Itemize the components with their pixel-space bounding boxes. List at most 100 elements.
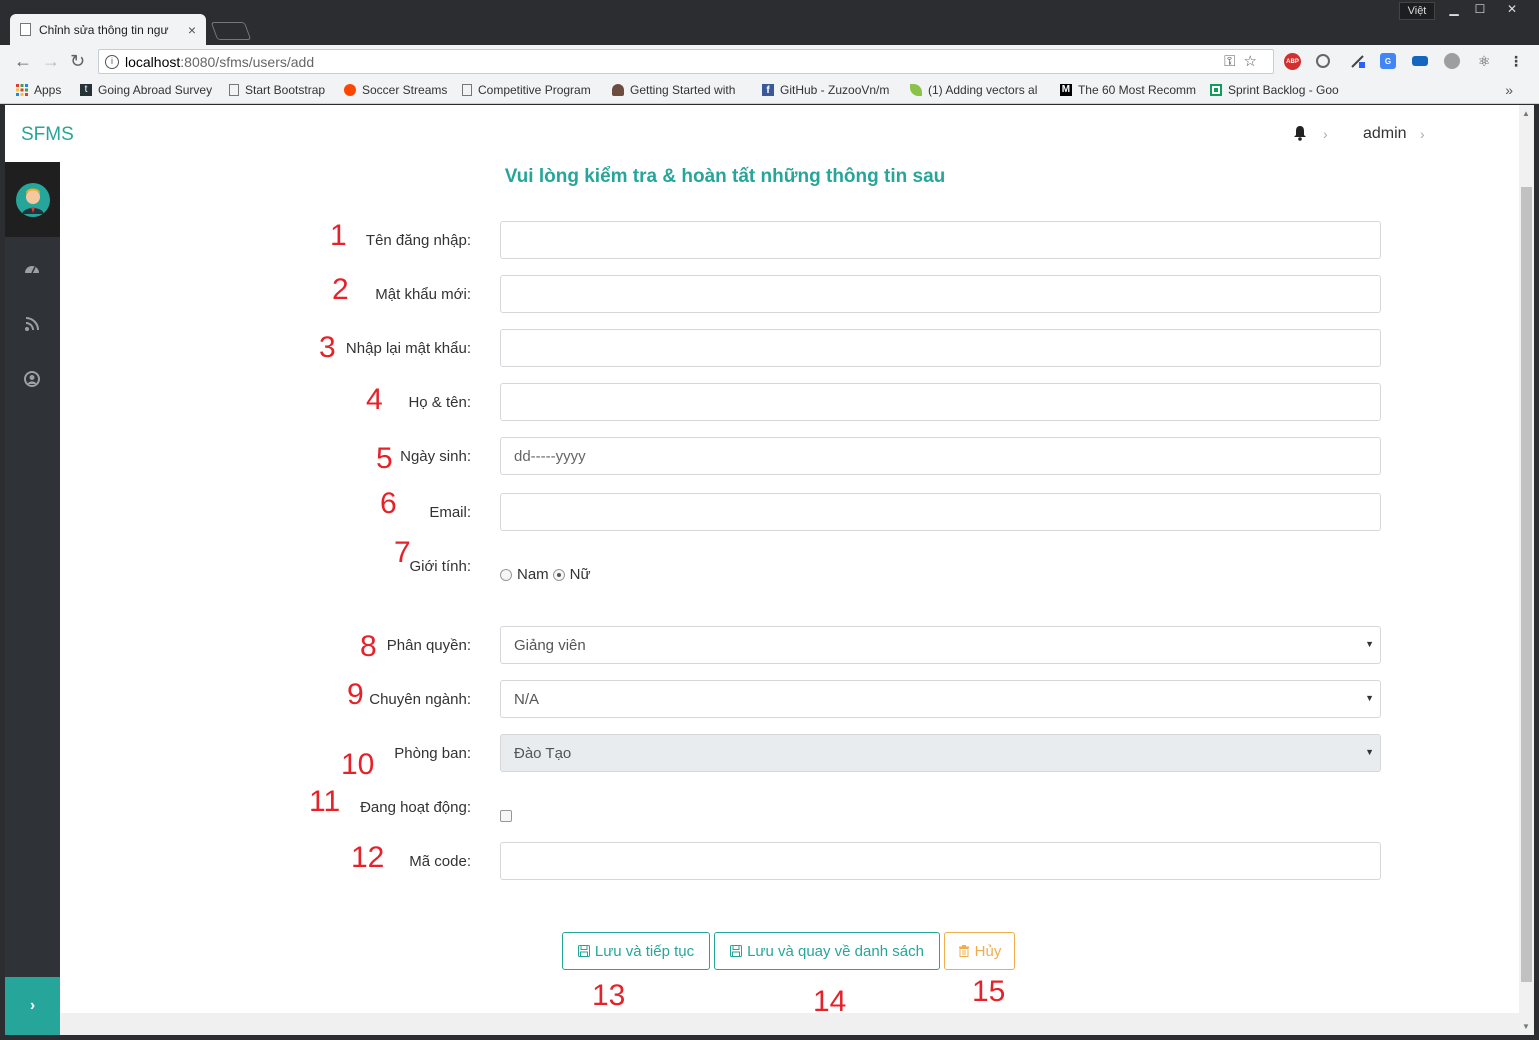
bookmark-github[interactable]: f GitHub - ZuzooVn/m xyxy=(762,83,898,97)
user-menu[interactable]: admin xyxy=(1363,125,1407,143)
dob-label: Ngày sinh: xyxy=(400,448,471,465)
save-continue-button[interactable]: Lưu và tiếp tục xyxy=(562,932,710,970)
code-label: Mã code: xyxy=(409,853,471,870)
dropdown-caret-icon: ▼ xyxy=(1365,747,1374,757)
key-icon[interactable]: ⚿ xyxy=(1224,53,1243,70)
gender-male-radio[interactable] xyxy=(500,568,512,581)
bookmark-getting-started[interactable]: Getting Started with xyxy=(612,83,742,97)
page-icon xyxy=(20,23,31,36)
sidebar-expand-button[interactable]: › xyxy=(5,977,60,1035)
password-input[interactable] xyxy=(500,275,1381,313)
dropdown-caret-icon: ▼ xyxy=(1365,693,1374,703)
tab-close-icon[interactable]: × xyxy=(188,22,196,38)
bookmark-medium[interactable]: M The 60 Most Recomm xyxy=(1060,83,1196,97)
maximize-icon[interactable]: ☐ xyxy=(1468,0,1492,18)
page-content: SFMS › admin › › Vui lòng kiểm tra & hoà… xyxy=(5,105,1519,1035)
form-heading: Vui lòng kiểm tra & hoàn tất những thông… xyxy=(504,166,946,187)
bookmark-label: Soccer Streams xyxy=(362,83,448,97)
annotation-number: 14 xyxy=(813,985,847,1018)
save-return-button[interactable]: Lưu và quay về danh sách xyxy=(714,932,940,970)
chevron-right-icon[interactable]: › xyxy=(1420,126,1425,142)
bookmark-start-bootstrap[interactable]: Start Bootstrap xyxy=(229,83,339,97)
scrollbar-thumb[interactable] xyxy=(1521,187,1532,982)
vertical-scrollbar[interactable]: ▲ ▼ xyxy=(1519,105,1534,1035)
fullname-input[interactable] xyxy=(500,383,1381,421)
rss-feed-icon[interactable] xyxy=(24,316,40,332)
code-input[interactable] xyxy=(500,842,1381,880)
confirm-password-label: Nhập lại mật khẩu: xyxy=(345,340,471,357)
bookmark-label: The 60 Most Recomm xyxy=(1077,83,1196,97)
browser-tab[interactable]: Chỉnh sửa thông tin ngư × xyxy=(10,14,206,45)
avatar-container xyxy=(5,162,60,237)
username-input[interactable] xyxy=(500,221,1381,259)
adblock-icon[interactable]: ABP xyxy=(1284,53,1301,70)
dashboard-icon[interactable] xyxy=(24,261,40,277)
scroll-down-icon[interactable]: ▼ xyxy=(1522,1022,1530,1031)
annotation-number: 7 xyxy=(394,536,411,569)
avatar[interactable] xyxy=(15,182,50,217)
bookmark-apps[interactable]: Apps xyxy=(16,83,72,97)
close-window-icon[interactable]: ✕ xyxy=(1494,0,1530,18)
scroll-up-icon[interactable]: ▲ xyxy=(1522,109,1530,118)
gender-female-radio[interactable] xyxy=(552,568,565,581)
cloud-extension-icon[interactable] xyxy=(1444,53,1460,69)
window-extension-icon[interactable] xyxy=(1412,56,1428,66)
confirm-password-input[interactable] xyxy=(500,329,1381,367)
major-select[interactable]: N/A ▼ xyxy=(500,680,1381,718)
bookmarks-bar: Apps t Going Abroad Survey Start Bootstr… xyxy=(0,78,1539,104)
gender-radio-group: Nam Nữ xyxy=(500,566,591,583)
bookmark-sprint-backlog[interactable]: Sprint Backlog - Goo xyxy=(1210,83,1348,97)
tab-title: Chỉnh sửa thông tin ngư xyxy=(39,22,169,37)
trash-icon xyxy=(958,945,969,957)
bookmark-label: (1) Adding vectors al xyxy=(928,83,1038,97)
chevron-right-icon: › xyxy=(29,997,36,1014)
menu-dots-icon[interactable]: ⋮ xyxy=(1508,53,1524,69)
dob-input[interactable]: dd-----yyyy xyxy=(500,437,1381,475)
role-value: Giảng viên xyxy=(514,636,586,654)
forward-arrow-icon[interactable]: → xyxy=(42,51,60,72)
language-badge[interactable]: Việt xyxy=(1399,2,1435,20)
address-bar[interactable]: i localhost:8080/sfms/users/add ⚿☆ xyxy=(98,49,1274,74)
email-input[interactable] xyxy=(500,493,1381,531)
email-label: Email: xyxy=(429,504,471,521)
bookmark-label: Apps xyxy=(34,83,62,97)
pen-extension-icon[interactable] xyxy=(1350,53,1366,69)
role-select[interactable]: Giảng viên ▼ xyxy=(500,626,1381,664)
react-icon[interactable]: ⚛ xyxy=(1476,53,1492,69)
gender-male-label[interactable]: Nam xyxy=(517,566,549,583)
circle-extension-icon[interactable] xyxy=(1316,54,1330,68)
user-icon[interactable] xyxy=(24,371,40,387)
bookmark-label: Getting Started with xyxy=(630,83,736,97)
bookmark-label: GitHub - ZuzooVn/m xyxy=(780,83,890,97)
annotation-number: 4 xyxy=(366,383,383,416)
brand-logo[interactable]: SFMS xyxy=(21,124,74,146)
bookmark-soccer-streams[interactable]: Soccer Streams xyxy=(344,83,452,97)
url-path: :8080/sfms/users/add xyxy=(180,53,315,70)
bookmark-label: Going Abroad Survey xyxy=(98,83,213,97)
page-icon xyxy=(229,84,239,96)
translate-icon[interactable]: G xyxy=(1380,53,1396,69)
bookmark-going-abroad[interactable]: t Going Abroad Survey xyxy=(80,83,220,97)
active-label: Đang hoạt động: xyxy=(360,799,471,816)
gender-female-label[interactable]: Nữ xyxy=(570,566,591,583)
bookmark-adding-vectors[interactable]: (1) Adding vectors al xyxy=(910,83,1048,97)
save-continue-label: Lưu và tiếp tục xyxy=(594,942,695,960)
star-icon[interactable]: ☆ xyxy=(1244,53,1265,70)
sheets-icon xyxy=(1210,84,1222,96)
bookmark-label: Start Bootstrap xyxy=(245,83,326,97)
bookmark-competitive[interactable]: Competitive Program xyxy=(462,83,596,97)
back-arrow-icon[interactable]: ← xyxy=(14,51,32,72)
reload-icon[interactable]: ↻ xyxy=(70,51,85,72)
major-value: N/A xyxy=(514,690,540,708)
annotation-number: 1 xyxy=(330,219,347,252)
info-icon[interactable]: i xyxy=(105,54,119,69)
new-tab-button[interactable] xyxy=(210,22,252,40)
active-checkbox[interactable] xyxy=(500,810,512,822)
role-label: Phân quyền: xyxy=(386,637,471,654)
bookmarks-overflow-icon[interactable]: » xyxy=(1505,82,1513,98)
dob-placeholder: dd-----yyyy xyxy=(514,447,586,465)
cancel-button[interactable]: Hủy xyxy=(944,932,1015,970)
bell-icon[interactable] xyxy=(1293,125,1307,141)
facebook-icon: f xyxy=(762,84,774,96)
minimize-icon[interactable]: ▁ xyxy=(1442,0,1466,18)
